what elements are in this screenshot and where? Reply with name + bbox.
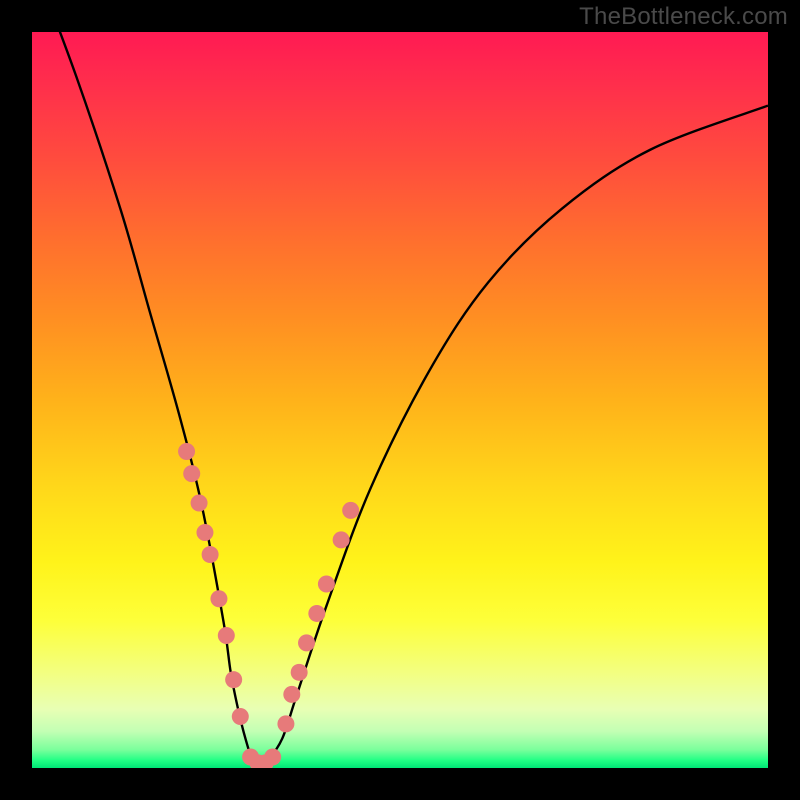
watermark-text: TheBottleneck.com	[579, 3, 788, 31]
data-dot	[298, 634, 315, 651]
bottleneck-chart: TheBottleneck.com	[0, 0, 800, 800]
data-dot	[232, 708, 249, 725]
data-dot	[264, 748, 281, 765]
data-dot	[291, 664, 308, 681]
data-dots	[178, 443, 359, 768]
bottleneck-curve	[32, 32, 768, 764]
data-dot	[283, 686, 300, 703]
data-dot	[225, 671, 242, 688]
data-dot	[333, 531, 350, 548]
data-dot	[210, 590, 227, 607]
curve-line	[32, 32, 768, 764]
data-dot	[202, 546, 219, 563]
data-dot	[178, 443, 195, 460]
data-dot	[191, 495, 208, 512]
data-dot	[277, 715, 294, 732]
plot-area	[32, 32, 768, 768]
data-dot	[342, 502, 359, 519]
data-dot	[196, 524, 213, 541]
data-dot	[318, 576, 335, 593]
data-dot	[308, 605, 325, 622]
data-dot	[218, 627, 235, 644]
curve-layer	[32, 32, 768, 768]
data-dot	[183, 465, 200, 482]
